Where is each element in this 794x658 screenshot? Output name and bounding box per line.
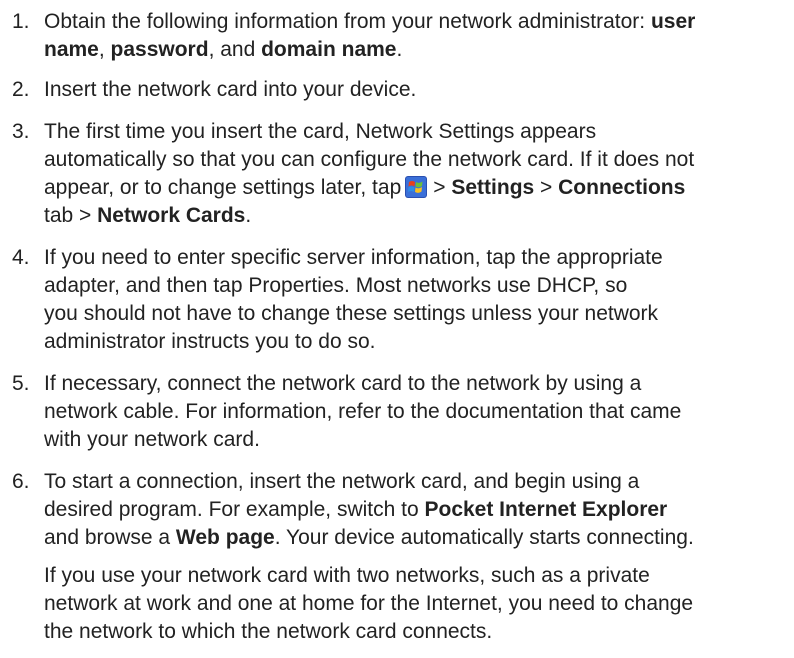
- step-1-bold-name: name: [44, 38, 99, 61]
- step-6-text-1: desired program. For example, switch to: [44, 498, 425, 521]
- step-1-text-1: Obtain the following information from yo…: [44, 10, 651, 33]
- step-3-text-3: .: [245, 204, 252, 227]
- step-3-separator-2: >: [534, 176, 559, 199]
- step-text: If necessary, connect the network card t…: [44, 370, 794, 454]
- step-3-line-2: automatically so that you can configure …: [44, 148, 695, 171]
- step-6-line-1: To start a connection, insert the networ…: [44, 470, 640, 493]
- step-1-bold-password: password: [110, 38, 209, 61]
- step-6-bold-pocket-ie: Pocket Internet Explorer: [424, 498, 668, 521]
- step-5-line-3: with your network card.: [44, 428, 260, 451]
- step-3-bold-connections: Connections: [558, 176, 686, 199]
- step-6-note-line-1: If you use your network card with two ne…: [44, 564, 650, 587]
- step-3-text-2: tab >: [44, 204, 98, 227]
- step-6-note-line-2: network at work and one at home for the …: [44, 592, 694, 615]
- step-6-bold-web-page: Web page: [175, 526, 275, 549]
- step-1-bold-domain: domain name: [261, 38, 397, 61]
- step-text: To start a connection, insert the networ…: [44, 468, 794, 646]
- step-3-bold-settings: Settings: [451, 176, 535, 199]
- step-text: Insert the network card into your device…: [44, 76, 794, 104]
- step-number: 2.: [12, 78, 30, 101]
- step-4-line-3: you should not have to change these sett…: [44, 302, 659, 325]
- step-3-bold-network-cards: Network Cards: [97, 204, 246, 227]
- step-2-text: Insert the network card into your device…: [44, 78, 417, 101]
- step-1-text-2: ,: [98, 38, 111, 61]
- step-4-line-2: adapter, and then tap Properties. Most n…: [44, 274, 628, 297]
- step-text: The first time you insert the card, Netw…: [44, 118, 794, 230]
- step-number: 6.: [12, 470, 30, 493]
- step-text: Obtain the following information from yo…: [44, 8, 794, 64]
- step-1-bold-user: user: [650, 10, 696, 33]
- windows-start-flag-icon: [405, 176, 428, 198]
- step-3-text-1: appear, or to change settings later, tap: [44, 176, 402, 199]
- step-3-line-1: The first time you insert the card, Netw…: [44, 120, 597, 143]
- step-number: 5.: [12, 372, 30, 395]
- step-6-text-2: and browse a: [44, 526, 176, 549]
- step-1-text-4: .: [396, 38, 403, 61]
- step-number: 3.: [12, 120, 30, 143]
- step-5-line-2: network cable. For information, refer to…: [44, 400, 682, 423]
- step-4-line-1: If you need to enter specific server inf…: [44, 246, 663, 269]
- step-6-text-3: . Your device automatically starts conne…: [274, 526, 694, 549]
- step-number: 1.: [12, 10, 30, 33]
- step-5-line-1: If necessary, connect the network card t…: [44, 372, 642, 395]
- step-text: If you need to enter specific server inf…: [44, 244, 794, 356]
- step-6-note-line-3: the network to which the network card co…: [44, 620, 493, 643]
- step-1-text-3: , and: [208, 38, 262, 61]
- step-4-line-4: administrator instructs you to do so.: [44, 330, 376, 353]
- step-number: 4.: [12, 246, 30, 269]
- step-3-separator-1: >: [433, 176, 452, 199]
